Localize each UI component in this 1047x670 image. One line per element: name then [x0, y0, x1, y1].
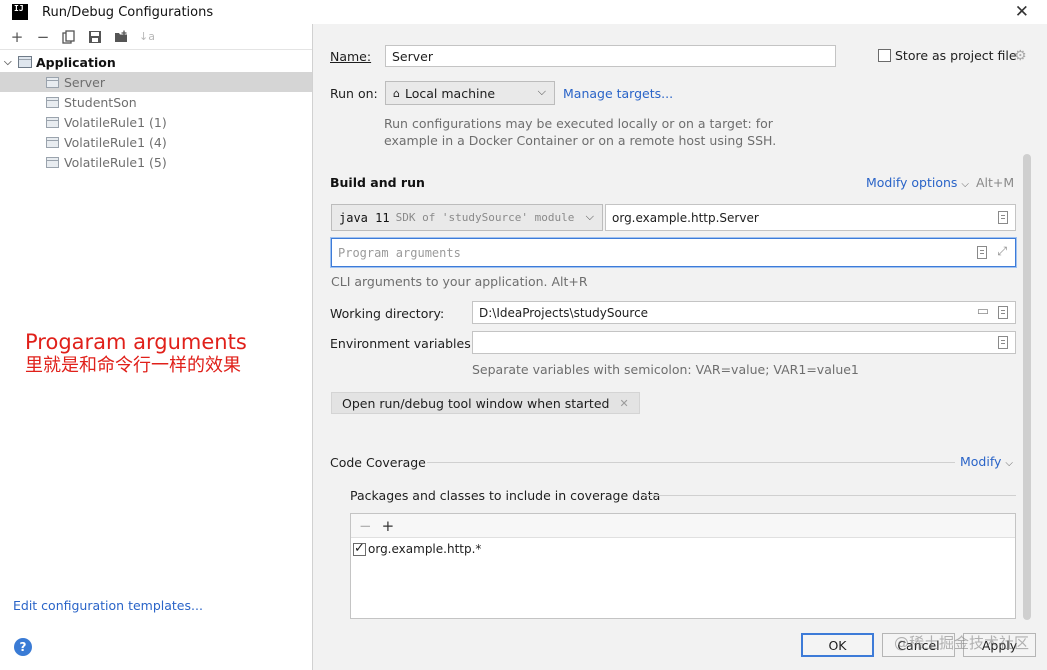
- working-directory-label: Working directory:: [330, 306, 445, 321]
- save-icon[interactable]: [84, 26, 106, 48]
- gear-icon[interactable]: ⚙: [1014, 49, 1028, 63]
- code-coverage-modify-link[interactable]: Modify ⌵: [960, 454, 1013, 469]
- chevron-down-icon: ⌵: [961, 179, 970, 190]
- configuration-form: Name: Server Store as project file ⚙ Run…: [314, 24, 1047, 670]
- sidebar-toolbar: + − ↓a: [0, 24, 312, 50]
- help-icon[interactable]: ?: [14, 638, 32, 656]
- run-on-value: Local machine: [404, 85, 496, 101]
- window-title: Run/Debug Configurations: [42, 4, 214, 20]
- add-icon[interactable]: +: [6, 26, 28, 48]
- tree-item-label: Server: [64, 74, 105, 90]
- cli-arguments-hint: CLI arguments to your application. Alt+R: [331, 274, 588, 289]
- main-class-input[interactable]: org.example.http.Server: [605, 204, 1016, 231]
- modify-options-shortcut: Alt+M: [976, 175, 1015, 190]
- chevron-down-icon: ⌵: [1005, 458, 1013, 469]
- maximize-icon[interactable]: ⤢: [997, 244, 1007, 259]
- browse-class-icon[interactable]: [998, 211, 1008, 224]
- annotation-line-1: Progaram arguments: [25, 330, 247, 354]
- jdk-dropdown[interactable]: java 11 SDK of 'studySource' module ⌵: [331, 204, 603, 231]
- coverage-description: Packages and classes to include in cover…: [350, 488, 661, 503]
- name-label: Name:: [330, 49, 372, 64]
- code-coverage-separator: [427, 462, 955, 463]
- form-scrollbar[interactable]: [1023, 154, 1031, 620]
- edit-environment-icon[interactable]: [998, 336, 1008, 349]
- environment-variables-input[interactable]: [472, 331, 1016, 354]
- build-and-run-title: Build and run: [330, 175, 425, 190]
- run-on-hint: Run configurations may be executed local…: [384, 116, 777, 148]
- remove-icon[interactable]: −: [359, 517, 372, 535]
- tree-item-volatilerule1-4[interactable]: VolatileRule1 (4): [0, 132, 312, 152]
- ok-button[interactable]: OK: [801, 633, 874, 657]
- copy-icon[interactable]: [58, 26, 80, 48]
- remove-icon[interactable]: −: [32, 26, 54, 48]
- remove-option-icon[interactable]: ✕: [619, 397, 628, 410]
- tree-item-label: VolatileRule1 (1): [64, 114, 167, 130]
- tree-item-studentson[interactable]: StudentSon: [0, 92, 312, 112]
- configurations-sidebar: + − ↓a ⌵ Application Server StudentSon V…: [0, 24, 313, 670]
- watermark-text: @稀土掘金技术社区: [893, 634, 1029, 652]
- expand-text-icon[interactable]: [998, 306, 1008, 319]
- tree-item-volatilerule1-1[interactable]: VolatileRule1 (1): [0, 112, 312, 132]
- jdk-main: java 11: [339, 210, 390, 225]
- application-config-icon: [46, 76, 59, 88]
- application-config-icon: [46, 136, 59, 148]
- coverage-list: − + org.example.http.*: [350, 513, 1016, 619]
- list-item[interactable]: org.example.http.*: [351, 538, 1015, 560]
- coverage-toolbar: − +: [351, 514, 1015, 538]
- intellij-app-icon: IJ: [12, 4, 28, 20]
- tree-item-label: StudentSon: [64, 94, 137, 110]
- application-config-icon: [18, 56, 32, 68]
- annotation-line-2: 里就是和命令行一样的效果: [25, 355, 241, 377]
- modify-options-link[interactable]: Modify options ⌵: [866, 175, 969, 190]
- run-on-dropdown[interactable]: ⌂ Local machine ⌵: [385, 81, 555, 105]
- working-directory-input[interactable]: D:\IdeaProjects\studySource ▭: [472, 301, 1016, 324]
- tree-item-server[interactable]: Server: [0, 72, 312, 92]
- code-coverage-title: Code Coverage: [330, 455, 426, 470]
- new-folder-icon[interactable]: [110, 26, 132, 48]
- close-icon[interactable]: ✕: [1015, 2, 1029, 22]
- tree-item-volatilerule1-5[interactable]: VolatileRule1 (5): [0, 152, 312, 172]
- edit-configuration-templates-link[interactable]: Edit configuration templates...: [13, 598, 203, 613]
- chevron-down-icon: ⌵: [537, 85, 546, 98]
- environment-variables-hint: Separate variables with semicolon: VAR=v…: [472, 362, 859, 377]
- tree-item-label: VolatileRule1 (4): [64, 134, 167, 150]
- title-bar: IJ Run/Debug Configurations ✕: [0, 0, 1047, 24]
- sort-icon[interactable]: ↓a: [136, 26, 158, 48]
- store-as-project-file-label: Store as project file: [895, 48, 1017, 63]
- application-config-icon: [46, 96, 59, 108]
- open-tool-window-option[interactable]: Open run/debug tool window when started …: [331, 392, 640, 414]
- home-icon: ⌂: [393, 86, 400, 100]
- program-arguments-input[interactable]: Program arguments ⤢: [331, 238, 1016, 267]
- tree-item-label: VolatileRule1 (5): [64, 154, 167, 170]
- name-input[interactable]: Server: [385, 45, 836, 67]
- folder-icon[interactable]: ▭: [977, 304, 989, 319]
- coverage-item-checkbox[interactable]: [353, 541, 366, 556]
- configuration-tree: ⌵ Application Server StudentSon Volatile…: [0, 50, 312, 172]
- store-as-project-file-checkbox[interactable]: [878, 49, 891, 62]
- red-annotation: Progaram arguments 里就是和命令行一样的效果: [25, 330, 247, 377]
- chevron-down-icon: ⌵: [585, 210, 594, 223]
- expand-text-icon[interactable]: [977, 246, 987, 259]
- tree-group-label: Application: [36, 54, 116, 70]
- add-icon[interactable]: +: [382, 517, 395, 535]
- tree-group-application[interactable]: ⌵ Application: [0, 52, 312, 72]
- application-config-icon: [46, 156, 59, 168]
- run-on-label: Run on:: [330, 86, 378, 101]
- application-config-icon: [46, 116, 59, 128]
- manage-targets-link[interactable]: Manage targets...: [563, 86, 673, 101]
- coverage-item-label: org.example.http.*: [368, 542, 482, 556]
- chevron-down-icon: ⌵: [4, 56, 12, 68]
- coverage-separator: [644, 495, 1016, 496]
- environment-variables-label: Environment variables:: [330, 336, 475, 351]
- jdk-sub: SDK of 'studySource' module: [395, 211, 575, 224]
